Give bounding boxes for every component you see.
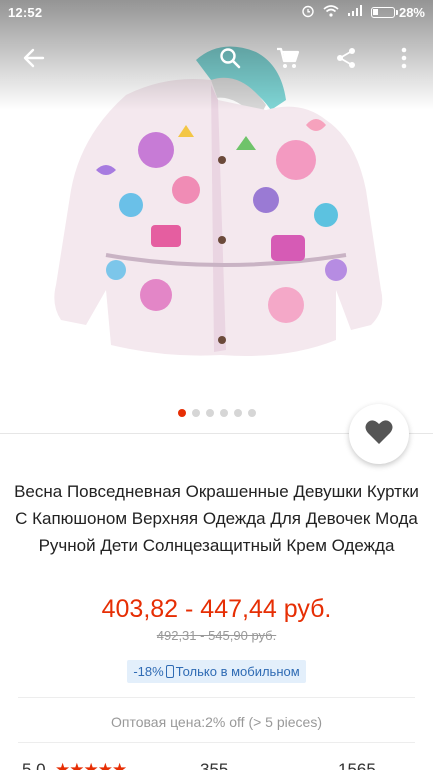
discount-percent: -18% [133, 664, 164, 679]
battery-indicator: 28% [370, 4, 425, 20]
wifi-icon [323, 4, 339, 20]
battery-percent: 28% [398, 4, 425, 20]
wishlist-button[interactable] [349, 404, 409, 464]
alarm-icon [301, 4, 315, 21]
mobile-only-label: Только в мобильном [175, 664, 300, 679]
gallery-dot[interactable] [247, 409, 256, 417]
product-title: Весна Повседневная Окрашенные Девушки Ку… [14, 482, 419, 555]
gallery-dot[interactable] [205, 409, 214, 417]
more-vert-icon[interactable] [386, 40, 422, 76]
battery-icon [370, 6, 398, 18]
heart-icon [365, 419, 393, 450]
app-bar [0, 32, 433, 84]
back-arrow-icon[interactable] [16, 40, 52, 76]
share-icon[interactable] [328, 40, 364, 76]
status-bar: 12:52 28% [0, 0, 433, 24]
wholesale-price[interactable]: Оптовая цена:2% off (> 5 pieces) [0, 714, 433, 730]
gallery-dot[interactable] [219, 409, 228, 417]
product-price: 403,82 - 447,44 руб. [101, 595, 332, 623]
status-time: 12:52 [8, 4, 43, 20]
mobile-discount-badge: -18% Только в мобильном [127, 660, 306, 683]
divider [18, 697, 415, 698]
cart-icon[interactable] [270, 40, 306, 76]
gallery-dot[interactable] [233, 409, 242, 417]
search-icon[interactable] [212, 40, 248, 76]
gallery-dot[interactable] [191, 409, 200, 417]
rating-stars-icon: ★★★★★ [55, 760, 127, 770]
phone-icon [165, 665, 174, 678]
reviews-count: 1565 [338, 760, 376, 770]
signal-icon [347, 4, 363, 20]
product-old-price: 492,31 - 545,90 руб. [156, 628, 277, 643]
product-image-gallery[interactable]: 12:52 28% [0, 0, 433, 400]
divider [18, 742, 415, 743]
product-stats[interactable]: 5.0 ★★★★★ 355 1565 [0, 760, 433, 770]
orders-count: 355 [200, 760, 229, 770]
gallery-dot[interactable] [177, 409, 186, 417]
rating-value: 5.0 [22, 760, 46, 770]
